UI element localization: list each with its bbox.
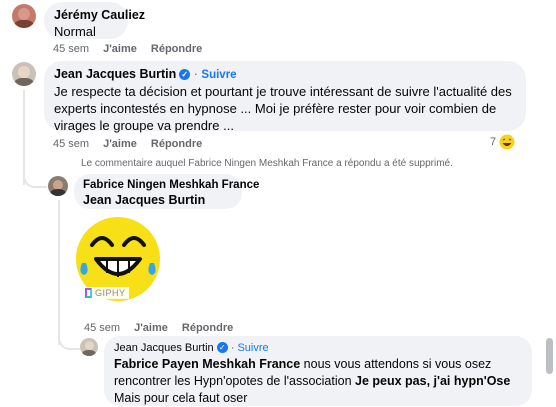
reply-author[interactable]: Fabrice Ningen Meshkah France (83, 178, 259, 192)
deleted-comment-notice: Le commentaire auquel Fabrice Ningen Mes… (81, 158, 453, 169)
comment-time[interactable]: 45 sem (53, 138, 89, 150)
avatar[interactable] (48, 176, 68, 196)
gif-attachment[interactable]: GIPHY (74, 215, 164, 305)
comment-actions: 45 sem J'aime Répondre (53, 43, 216, 55)
comment-actions: 45 sem J'aime Répondre (53, 138, 216, 150)
verified-badge-icon: ✓ (216, 342, 228, 353)
reply-bubble: Jean Jacques Burtin ✓ · Suivre Fabrice Pa… (104, 336, 532, 406)
like-button[interactable]: J'aime (134, 322, 168, 334)
separator-dot: · (193, 67, 198, 81)
reply-button[interactable]: Répondre (151, 138, 202, 150)
avatar[interactable] (12, 4, 36, 28)
comment-time[interactable]: 45 sem (53, 43, 89, 55)
comment-author[interactable]: Jean Jacques Burtin (54, 67, 176, 81)
avatar[interactable] (80, 338, 98, 356)
reply-button[interactable]: Répondre (151, 43, 202, 55)
giphy-icon (85, 288, 92, 298)
scrollbar-thumb[interactable] (546, 338, 553, 374)
reply-text: Fabrice Payen Meshkah France nous vous a… (114, 356, 522, 407)
mention-link[interactable]: Jean Jacques Burtin (83, 192, 233, 208)
thread-connector (23, 150, 47, 188)
comment-bubble: Jean Jacques Burtin ✓ · Suivre Je respect… (44, 61, 526, 133)
comment-bubble: Jérémy Cauliez Normal (44, 2, 145, 39)
comment-text: Je respecte ta décision et pourtant je t… (54, 84, 512, 133)
follow-button[interactable]: Suivre (201, 69, 236, 81)
like-button[interactable]: J'aime (103, 138, 137, 150)
separator-dot: · (230, 342, 235, 354)
avatar[interactable] (12, 62, 36, 86)
thread-connector (58, 318, 80, 350)
giphy-label: GIPHY (95, 288, 126, 298)
reaction-count: 7 (490, 136, 497, 148)
reply-bubble: Fabrice Ningen Meshkah France Jean Jacqu… (74, 174, 259, 209)
follow-button[interactable]: Suivre (237, 342, 268, 354)
verified-badge-icon: ✓ (179, 69, 191, 80)
reply-text-end: Mais pour cela faut oser (114, 391, 248, 405)
comment-author[interactable]: Jérémy Cauliez (54, 7, 145, 23)
reply-time[interactable]: 45 sem (84, 322, 120, 334)
comment-text: Normal (54, 24, 96, 39)
haha-reaction-icon (498, 133, 516, 151)
giphy-badge: GIPHY (82, 287, 129, 299)
like-button[interactable]: J'aime (103, 43, 137, 55)
reply-button[interactable]: Répondre (182, 322, 233, 334)
reply-actions: 45 sem J'aime Répondre (84, 322, 247, 334)
bold-phrase: Je peux pas, j'ai hypn'Ose (355, 374, 511, 388)
reply-author[interactable]: Jean Jacques Burtin (114, 342, 214, 354)
reaction-summary[interactable]: 7 (490, 133, 516, 151)
mention-link[interactable]: Fabrice Payen Meshkah France (114, 357, 300, 371)
